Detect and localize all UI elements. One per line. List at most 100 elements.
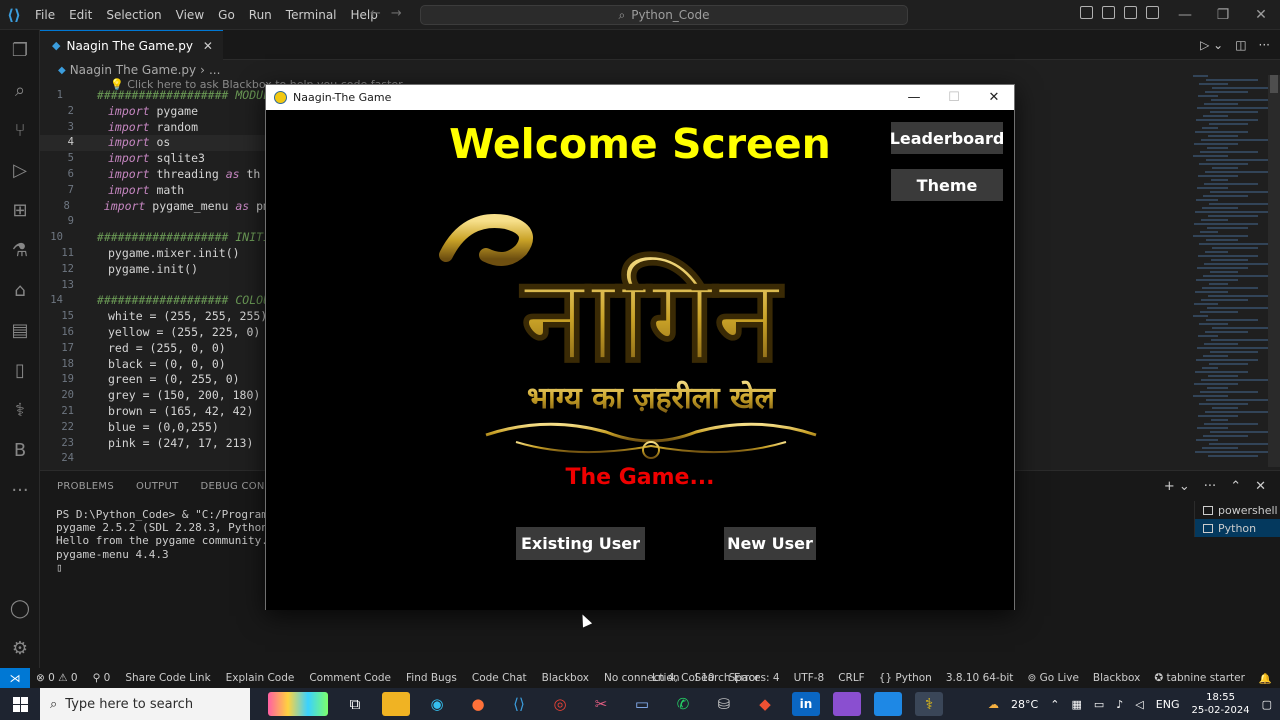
menu-item-edit[interactable]: Edit <box>62 8 99 22</box>
linkedin-icon[interactable]: in <box>792 692 820 716</box>
weather-icon[interactable]: ☁ <box>988 698 999 711</box>
firefox-icon[interactable]: ● <box>464 692 492 716</box>
git-icon[interactable]: ◆ <box>751 692 779 716</box>
language-indicator[interactable]: ENG <box>1156 698 1180 711</box>
database-icon[interactable]: ⛁ <box>710 692 738 716</box>
terminal-output[interactable]: PS D:\Python_Code> & "C:/Program Fi pygam… <box>56 508 288 574</box>
status-item[interactable]: Comment Code <box>309 672 391 684</box>
search-icon[interactable]: ⌕ <box>0 70 40 110</box>
python-taskbar-icon[interactable]: ⚕ <box>915 692 943 716</box>
code-line[interactable]: 8 import pygame_menu as pm <box>40 199 270 215</box>
close-panel-icon[interactable]: ✕ <box>1255 479 1266 494</box>
code-line[interactable]: 14 ################### COLOU <box>40 293 270 309</box>
scrollbar-thumb[interactable] <box>1270 75 1278 93</box>
computer-icon[interactable]: ▭ <box>628 692 656 716</box>
code-line[interactable]: 20 grey = (150, 200, 180) <box>40 388 270 404</box>
holi-widget-icon[interactable] <box>268 692 328 716</box>
close-tab-icon[interactable]: ✕ <box>203 39 213 53</box>
status-item[interactable]: Spaces: 4 <box>729 672 780 684</box>
vscode-taskbar-icon[interactable]: ⟨⟩ <box>505 692 533 716</box>
snipping-tool-icon[interactable]: ✂ <box>587 692 615 716</box>
customize-layout-icon[interactable] <box>1146 6 1159 19</box>
notebook-icon[interactable]: ▯ <box>0 350 40 390</box>
toggle-panel-icon[interactable] <box>1102 6 1115 19</box>
code-line[interactable]: 7 import math <box>40 183 270 199</box>
mail-icon[interactable] <box>874 692 902 716</box>
network-icon[interactable]: ▦ <box>1071 698 1081 711</box>
code-line[interactable]: 9 <box>40 214 270 230</box>
run-icon[interactable]: ▷ ⌄ <box>1200 38 1223 52</box>
run-debug-icon[interactable]: ▷ <box>0 150 40 190</box>
code-line[interactable]: 18 black = (0, 0, 0) <box>40 357 270 373</box>
status-item[interactable]: Code Chat <box>472 672 527 684</box>
code-line[interactable]: 11 pygame.mixer.init() <box>40 246 270 262</box>
code-line[interactable]: 5 import sqlite3 <box>40 151 270 167</box>
volume-icon[interactable]: ◁ <box>1135 698 1143 711</box>
status-item[interactable]: Find Bugs <box>406 672 457 684</box>
status-item[interactable]: Blackbox <box>1093 672 1140 684</box>
code-line[interactable]: 22 blue = (0,0,255) <box>40 420 270 436</box>
status-item[interactable]: ⚲ 0 <box>93 672 111 684</box>
weather-temp[interactable]: 28°C <box>1011 698 1038 711</box>
close-icon[interactable]: ✕ <box>1242 0 1280 30</box>
game-canvas[interactable]: Welcome Screen Leaderboard Theme नागिन भ… <box>266 110 1014 610</box>
status-item[interactable]: ✪ tabnine starter <box>1154 672 1245 684</box>
code-line[interactable]: 12 pygame.init() <box>40 262 270 278</box>
start-button[interactable] <box>0 688 40 720</box>
status-item[interactable]: ⊚ Go Live <box>1027 672 1078 684</box>
editor-scrollbar[interactable] <box>1268 75 1280 467</box>
minimize-icon[interactable]: — <box>894 85 934 110</box>
panels-icon[interactable]: ▤ <box>0 310 40 350</box>
nav-arrows[interactable]: ←→ <box>370 6 412 21</box>
editor-tab[interactable]: ◆ Naagin The Game.py ✕ <box>40 30 223 60</box>
code-line[interactable]: 13 <box>40 278 270 294</box>
code-line[interactable]: 15 white = (255, 255, 255) <box>40 309 270 325</box>
command-center-search[interactable]: ⌕ Python_Code <box>420 5 908 25</box>
status-item[interactable]: Blackbox <box>542 672 589 684</box>
breadcrumb-file[interactable]: Naagin The Game.py <box>70 63 196 77</box>
status-item[interactable]: Explain Code <box>226 672 295 684</box>
code-line[interactable]: 17 red = (255, 0, 0) <box>40 341 270 357</box>
code-line[interactable]: 6 import threading as th <box>40 167 270 183</box>
gear-icon[interactable]: ⚙ <box>0 628 40 668</box>
taskbar-search[interactable]: ⌕ Type here to search <box>40 688 250 720</box>
python-icon[interactable]: ⚕ <box>0 390 40 430</box>
split-editor-icon[interactable]: ◫ <box>1235 38 1246 52</box>
task-view-icon[interactable]: ⧉ <box>341 692 369 716</box>
source-control-icon[interactable]: ⑂ <box>0 110 40 150</box>
new-terminal-icon[interactable]: + ⌄ <box>1164 479 1190 494</box>
code-line[interactable]: 10 ################### INITI <box>40 230 270 246</box>
code-line[interactable]: 4 import os <box>40 135 270 152</box>
menu-item-file[interactable]: File <box>28 8 62 22</box>
remote-indicator-icon[interactable]: ⋊ <box>0 668 30 688</box>
code-line[interactable]: 19 green = (0, 255, 0) <box>40 372 270 388</box>
leaderboard-button[interactable]: Leaderboard <box>890 122 1004 154</box>
more-icon[interactable]: ··· <box>0 470 40 510</box>
close-icon[interactable]: ✕ <box>974 85 1014 110</box>
explorer-icon[interactable]: ❐ <box>0 30 40 70</box>
extensions-icon[interactable]: ⊞ <box>0 190 40 230</box>
file-explorer-icon[interactable] <box>382 692 410 716</box>
clock[interactable]: 18:55 25-02-2024 <box>1191 691 1249 717</box>
more-icon[interactable]: ··· <box>1204 479 1216 494</box>
panel-tab-problems[interactable]: PROBLEMS <box>57 481 114 492</box>
notifications-icon[interactable]: ▢ <box>1262 698 1272 711</box>
notifications-bell-icon[interactable]: 🔔 <box>1259 672 1272 685</box>
code-line[interactable]: 16 yellow = (255, 225, 0) <box>40 325 270 341</box>
status-item[interactable]: CRLF <box>838 672 865 684</box>
code-line[interactable]: 2 import pygame <box>40 104 270 120</box>
toggle-secondary-sidebar-icon[interactable] <box>1124 6 1137 19</box>
minimap[interactable] <box>1193 75 1278 467</box>
status-item[interactable]: Share Code Link <box>125 672 210 684</box>
battery-icon[interactable]: ▭ <box>1094 698 1104 711</box>
maximize-panel-icon[interactable]: ⌃ <box>1230 479 1241 494</box>
chrome-icon[interactable]: ◎ <box>546 692 574 716</box>
breadcrumb-rest[interactable]: ... <box>209 63 220 77</box>
media-icon[interactable] <box>833 692 861 716</box>
existing-user-button[interactable]: Existing User <box>516 527 645 560</box>
terminal-instance[interactable]: Python <box>1195 519 1280 537</box>
theme-button[interactable]: Theme <box>891 169 1003 201</box>
more-actions-icon[interactable]: ··· <box>1259 38 1270 52</box>
whatsapp-icon[interactable]: ✆ <box>669 692 697 716</box>
panel-tab-output[interactable]: OUTPUT <box>136 481 179 492</box>
